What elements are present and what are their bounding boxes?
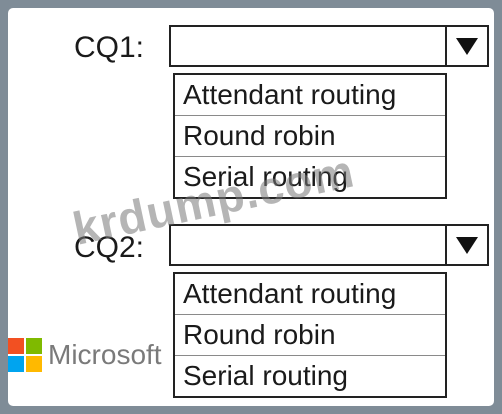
chevron-down-icon: [456, 236, 478, 254]
cq1-label: CQ1:: [74, 31, 145, 64]
logo-square-blue: [8, 356, 24, 372]
cq1-options-list: Attendant routing Round robin Serial rou…: [173, 73, 447, 199]
cq2-dropdown-button[interactable]: [445, 226, 487, 264]
cq2-dropdown[interactable]: [169, 224, 489, 266]
cq2-label: CQ2:: [74, 231, 145, 264]
cq1-dropdown[interactable]: [169, 25, 489, 67]
cq1-option-attendant-routing[interactable]: Attendant routing: [175, 75, 445, 116]
cq2-option-round-robin[interactable]: Round robin: [175, 315, 445, 356]
logo-square-red: [8, 338, 24, 354]
chevron-down-icon: [456, 37, 478, 55]
question-panel: CQ1: Attendant routing Round robin Seria…: [8, 8, 494, 406]
cq2-option-attendant-routing[interactable]: Attendant routing: [175, 274, 445, 315]
microsoft-logo-icon: [8, 338, 42, 372]
logo-square-green: [26, 338, 42, 354]
cq2-options-list: Attendant routing Round robin Serial rou…: [173, 272, 447, 398]
cq1-option-round-robin[interactable]: Round robin: [175, 116, 445, 157]
cq1-option-serial-routing[interactable]: Serial routing: [175, 157, 445, 197]
cq1-dropdown-button[interactable]: [445, 27, 487, 65]
microsoft-logo: Microsoft: [8, 338, 162, 372]
microsoft-brand-text: Microsoft: [48, 339, 162, 370]
cq2-option-serial-routing[interactable]: Serial routing: [175, 356, 445, 396]
logo-square-yellow: [26, 356, 42, 372]
